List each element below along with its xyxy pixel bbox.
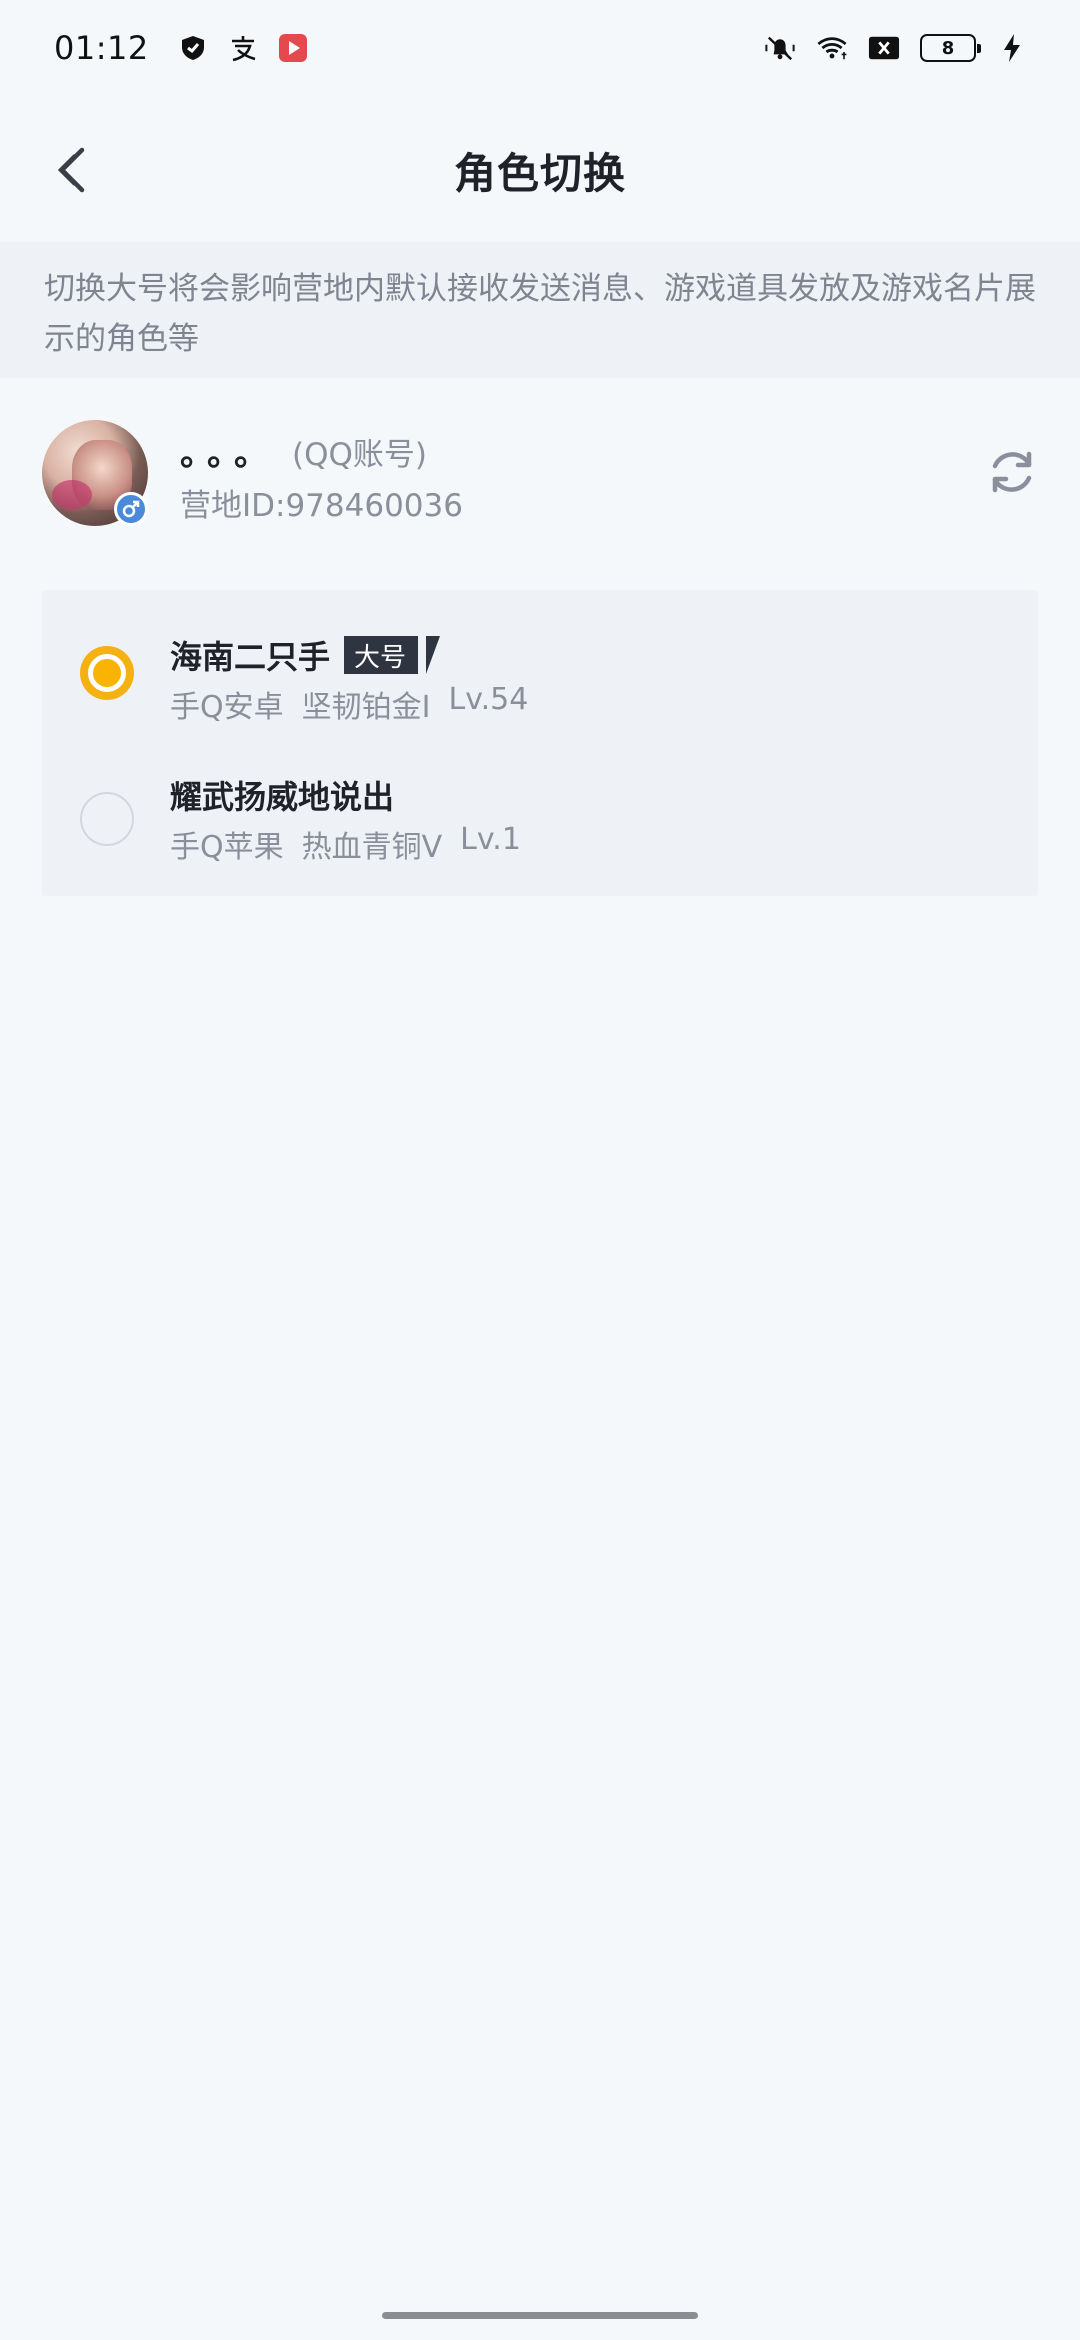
status-time: 01:12 xyxy=(54,29,149,67)
role-name: 海南二只手 xyxy=(170,638,331,676)
account-name-line: 。。。 (QQ账号) xyxy=(180,426,427,475)
role-level: Lv.54 xyxy=(448,682,529,717)
role-name: 耀武扬威地说出 xyxy=(170,778,395,816)
role-name-line: 海南二只手 大号 xyxy=(170,632,441,678)
role-radio-unselected[interactable] xyxy=(80,792,134,846)
camp-id: 营地ID:978460036 xyxy=(180,488,463,524)
status-right-icons: 8 xyxy=(764,32,1028,64)
page-title: 角色切换 xyxy=(453,148,626,198)
charging-icon xyxy=(996,32,1028,64)
role-name-line: 耀武扬威地说出 xyxy=(170,772,394,818)
wifi-icon xyxy=(816,32,848,64)
role-meta: 手Q安卓 坚韧铂金I Lv.54 xyxy=(170,682,528,726)
status-left-icons xyxy=(177,32,309,64)
role-platform: 手Q苹果 xyxy=(170,830,284,865)
roles-list: 海南二只手 大号 手Q安卓 坚韧铂金I Lv.54 耀武扬威地说出 手Q苹果 热… xyxy=(42,590,1038,896)
role-radio-selected[interactable] xyxy=(80,646,134,700)
refresh-icon xyxy=(992,451,1032,493)
mute-icon xyxy=(764,32,796,64)
role-meta: 手Q苹果 热血青铜V Lv.1 xyxy=(170,822,521,866)
notice-banner: 切换大号将会影响营地内默认接收发送消息、游戏道具发放及游戏名片展示的角色等 xyxy=(0,242,1080,378)
chevron-left-icon xyxy=(57,147,85,193)
switch-account-button[interactable] xyxy=(982,442,1042,502)
role-item[interactable]: 耀武扬威地说出 手Q苹果 热血青铜V Lv.1 xyxy=(42,736,1038,882)
role-item[interactable]: 海南二只手 大号 手Q安卓 坚韧铂金I Lv.54 xyxy=(42,590,1038,736)
role-platform: 手Q安卓 xyxy=(170,690,284,725)
status-bar: 01:12 8 xyxy=(0,0,1080,96)
header: 角色切换 xyxy=(0,110,1080,230)
battery-icon: 8 xyxy=(920,34,981,62)
account-row: 。。。 (QQ账号) 营地ID:978460036 xyxy=(42,420,1042,530)
video-app-icon xyxy=(277,32,309,64)
account-type: (QQ账号) xyxy=(292,437,427,473)
role-level: Lv.1 xyxy=(460,822,521,857)
role-rank: 热血青铜V xyxy=(301,830,443,865)
shield-icon xyxy=(177,32,209,64)
home-indicator[interactable] xyxy=(382,2312,698,2319)
male-icon xyxy=(114,492,148,526)
role-rank: 坚韧铂金I xyxy=(301,690,431,725)
notice-text: 切换大号将会影响营地内默认接收发送消息、游戏道具发放及游戏名片展示的角色等 xyxy=(44,271,1036,357)
account-name: 。。。 xyxy=(180,434,278,474)
back-button[interactable] xyxy=(40,138,104,202)
no-sim-icon xyxy=(868,32,900,64)
main-account-badge: 大号 xyxy=(344,636,441,674)
alipay-icon xyxy=(227,32,259,64)
